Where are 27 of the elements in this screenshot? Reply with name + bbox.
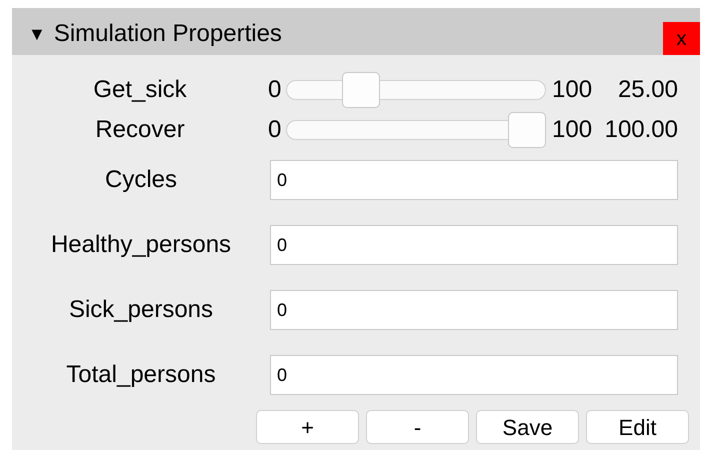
- slider-min: 0: [268, 115, 282, 145]
- input-field[interactable]: 0: [270, 160, 678, 200]
- slider-thumb[interactable]: [508, 112, 546, 148]
- input-field[interactable]: 0: [270, 355, 678, 395]
- slider-reading: 25.00: [616, 75, 678, 105]
- field-label: Healthy_persons: [50, 230, 232, 260]
- action-button[interactable]: +: [256, 410, 359, 444]
- action-button[interactable]: Edit: [586, 410, 689, 444]
- slider-label: Get_sick: [92, 75, 188, 105]
- slider-max: 100: [552, 115, 594, 145]
- field-label: Cycles: [104, 165, 178, 195]
- action-button[interactable]: -: [366, 410, 469, 444]
- slider[interactable]: [286, 72, 546, 108]
- slider-label: Recover: [94, 115, 186, 145]
- slider-max: 100: [552, 75, 594, 105]
- slider-reading: 100.00: [604, 115, 678, 145]
- field-label: Total_persons: [65, 360, 217, 390]
- field-label: Sick_persons: [68, 295, 214, 325]
- close-button[interactable]: x: [663, 22, 700, 55]
- slider[interactable]: [286, 112, 546, 148]
- action-button[interactable]: Save: [476, 410, 579, 444]
- panel-title: Simulation Properties: [54, 19, 282, 49]
- input-field[interactable]: 0: [270, 290, 678, 330]
- input-field[interactable]: 0: [270, 225, 678, 265]
- slider-min: 0: [268, 75, 282, 105]
- collapse-toggle[interactable]: ▼: [28, 20, 46, 48]
- slider-thumb[interactable]: [342, 72, 380, 108]
